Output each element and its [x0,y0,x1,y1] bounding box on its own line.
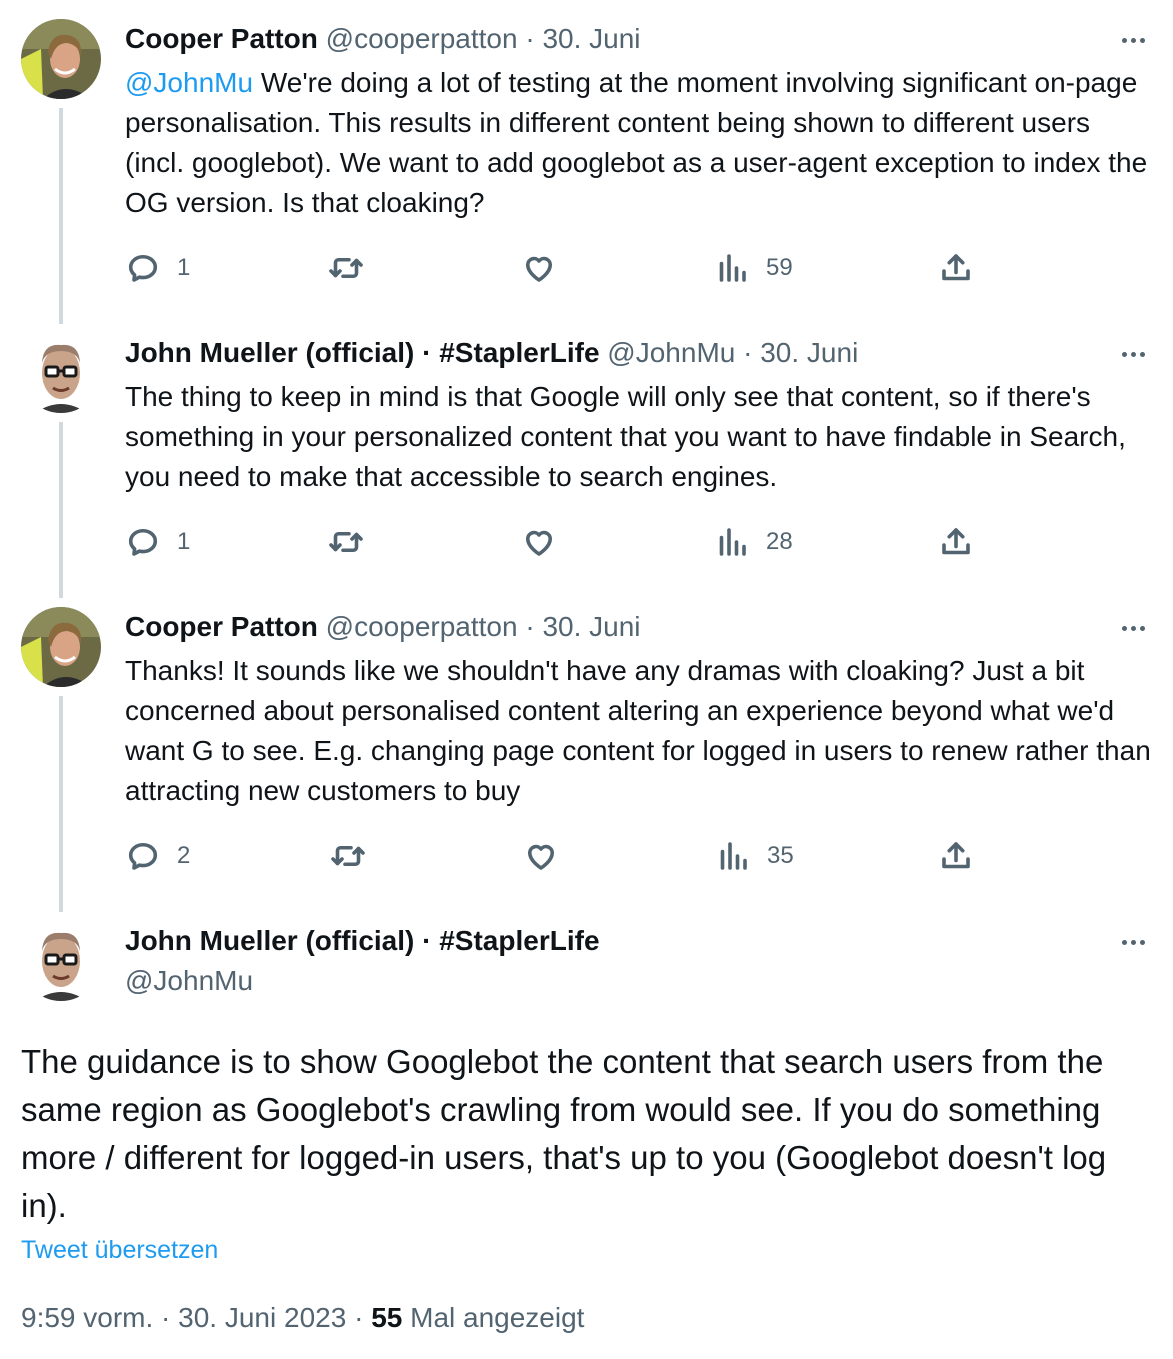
reply-button[interactable]: 1 [125,248,190,288]
reply-button[interactable]: 2 [125,836,190,876]
author-handle[interactable]: @cooperpatton [326,23,518,54]
more-icon[interactable] [1117,616,1149,640]
reply-icon [128,528,158,556]
share-icon [942,528,970,555]
views-count: 28 [766,528,793,555]
retweet-icon [329,531,363,553]
views-label: Mal angezeigt [402,1302,585,1333]
mention-link[interactable]: @JohnMu [125,67,253,98]
tweet-actions: 2 35 [125,836,1025,876]
reply-count: 2 [177,842,191,869]
views-icon [719,254,746,282]
like-button[interactable] [521,522,557,562]
thread-connector-line [59,422,63,598]
share-icon [942,254,970,281]
avatar-john[interactable] [21,921,101,1001]
views-icon [720,842,747,870]
tweet-meta: 9:59 vorm. · 30. Juni 2023 · 55 Mal ange… [21,1302,584,1334]
tweet-timestamp[interactable]: 9:59 vorm. · 30. Juni 2023 · [21,1302,371,1333]
views-count: 59 [766,254,793,281]
author-name[interactable]: John Mueller (official) · #StaplerLife [125,337,600,368]
author-name[interactable]: Cooper Patton [125,23,318,54]
author-name[interactable]: John Mueller (official) · #StaplerLife [125,925,600,956]
retweet-icon [329,257,363,279]
reply-count: 1 [177,254,191,281]
thread-connector-line [59,696,63,912]
tweet-header: John Mueller (official) · #StaplerLife @… [125,335,858,371]
views-button[interactable]: 35 [715,836,794,876]
retweet-button[interactable] [328,522,364,562]
like-icon [525,530,553,556]
like-icon [527,844,555,870]
tweet-text: @JohnMu We're doing a lot of testing at … [125,63,1155,223]
avatar-cooper[interactable] [21,19,101,99]
view-count: 55 [371,1302,403,1333]
main-author-handle-row: @JohnMu [125,963,253,999]
thread-connector-line [59,108,63,324]
author-handle[interactable]: @JohnMu [125,965,253,996]
avatar-cooper[interactable] [21,607,101,687]
tweet-text: The thing to keep in mind is that Google… [125,377,1155,497]
main-tweet-text: The guidance is to show Googlebot the co… [21,1043,1107,1224]
tweet-body: We're doing a lot of testing at the mome… [125,67,1148,218]
reply-icon [128,254,158,282]
tweet-date[interactable]: · 30. Juni [743,337,858,368]
tweet-header: Cooper Patton @cooperpatton · 30. Juni [125,21,641,57]
author-handle[interactable]: @cooperpatton [326,611,518,642]
share-button[interactable] [938,248,974,288]
views-count: 35 [767,842,794,869]
reply-button[interactable]: 1 [125,522,190,562]
tweet-date[interactable]: · 30. Juni [525,611,640,642]
retweet-icon [331,845,365,867]
tweet-text: Thanks! It sounds like we shouldn't have… [125,651,1155,811]
tweet-date[interactable]: · 30. Juni [525,23,640,54]
retweet-button[interactable] [330,836,366,876]
like-button[interactable] [523,836,559,876]
main-author-name-row: John Mueller (official) · #StaplerLife [125,923,600,959]
author-handle[interactable]: @JohnMu [607,337,735,368]
reply-icon [128,842,158,870]
share-icon [942,842,970,869]
views-icon [719,528,746,556]
more-icon[interactable] [1117,342,1149,366]
views-button[interactable]: 28 [714,522,793,562]
tweet-actions: 1 59 [125,248,1025,288]
reply-count: 1 [177,528,191,555]
more-icon[interactable] [1117,930,1149,954]
like-icon [525,256,553,282]
views-button[interactable]: 59 [714,248,793,288]
share-button[interactable] [938,836,974,876]
author-name[interactable]: Cooper Patton [125,611,318,642]
avatar-john[interactable] [21,333,101,413]
retweet-button[interactable] [328,248,364,288]
tweet-actions: 1 28 [125,522,1025,562]
like-button[interactable] [521,248,557,288]
tweet-header: Cooper Patton @cooperpatton · 30. Juni [125,609,641,645]
tweet-body: The thing to keep in mind is that Google… [125,381,1126,492]
share-button[interactable] [938,522,974,562]
tweet-body: Thanks! It sounds like we shouldn't have… [125,655,1151,806]
translate-link[interactable]: Tweet übersetzen [21,1236,218,1265]
more-icon[interactable] [1117,28,1149,52]
